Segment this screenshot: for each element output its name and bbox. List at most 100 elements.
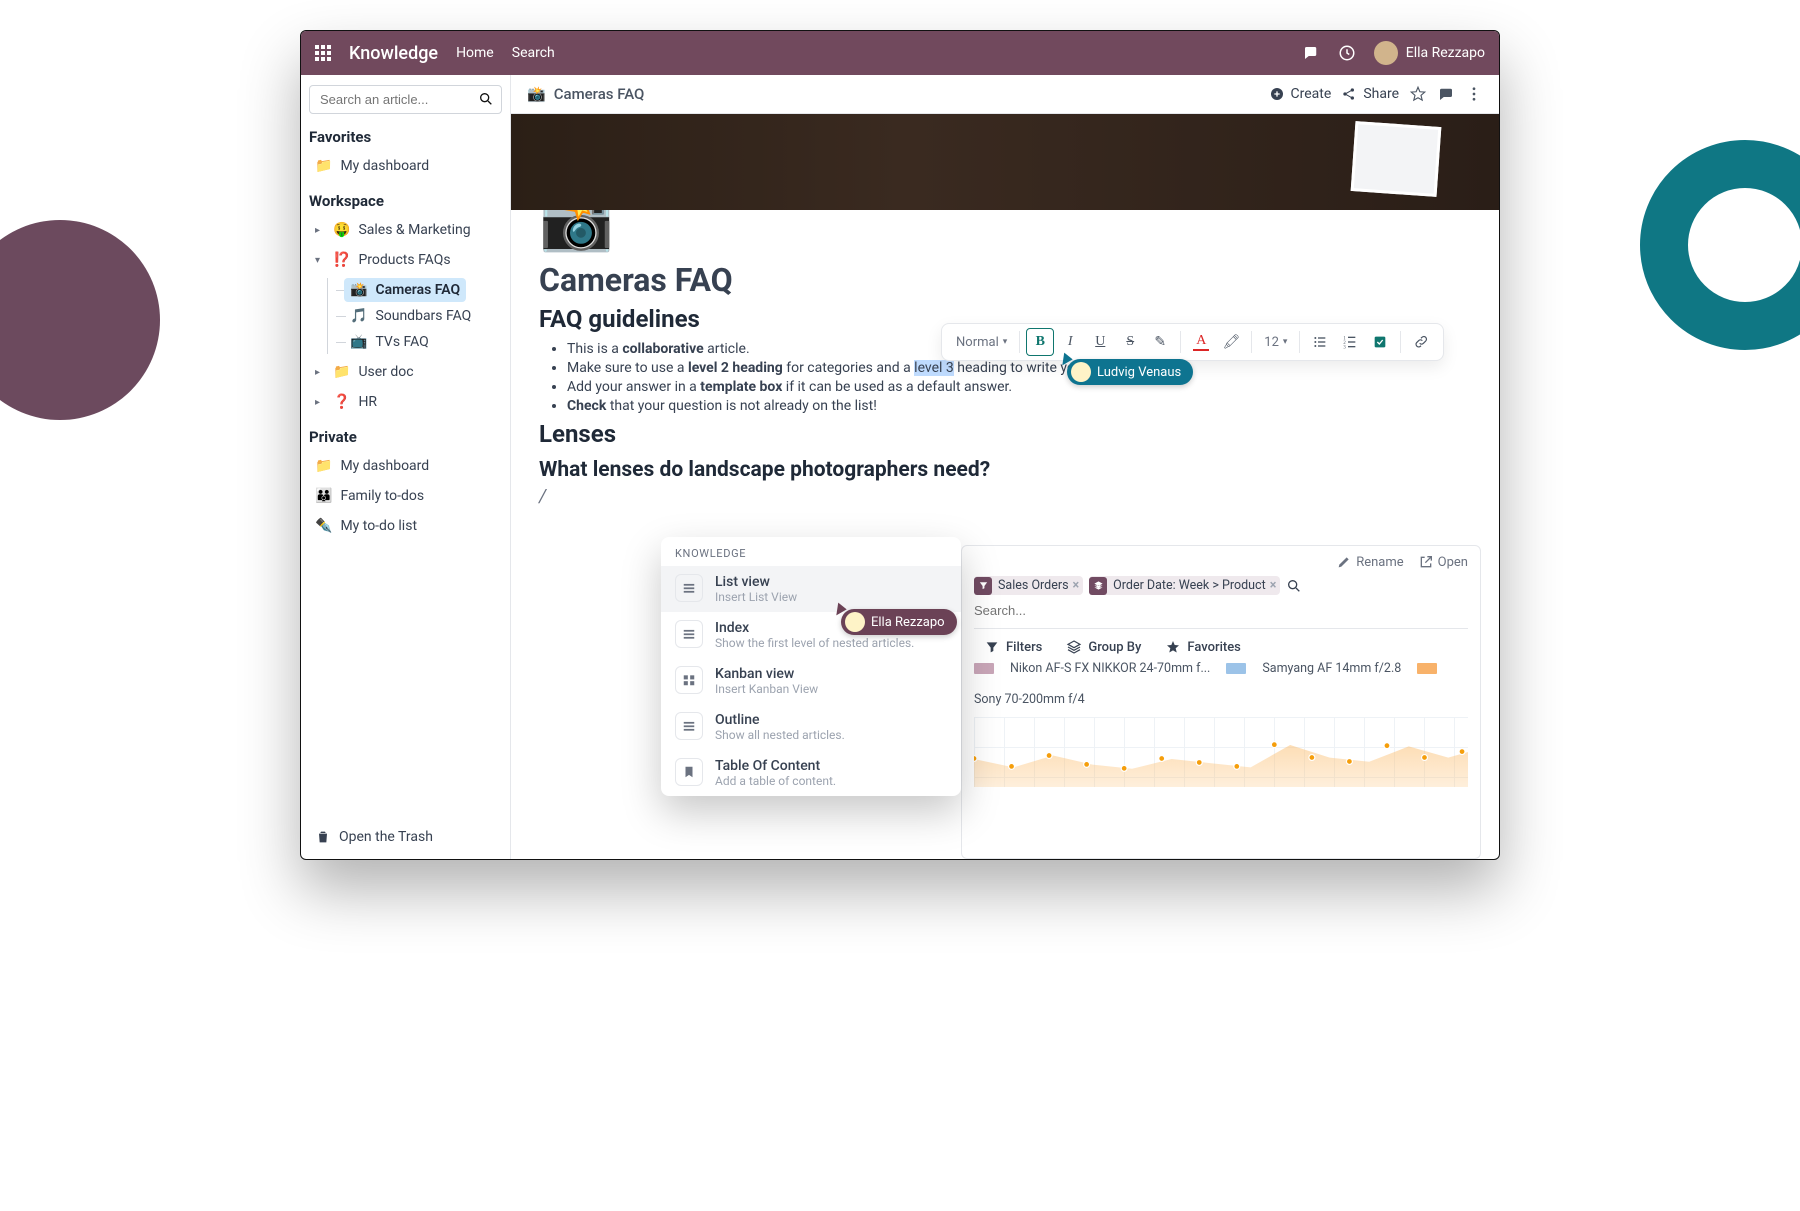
heading-lenses: Lenses [539,420,1471,448]
strikethrough-button[interactable]: S [1116,328,1144,356]
legend-swatch [1417,663,1437,674]
share-icon [1341,86,1357,102]
style-dropdown[interactable]: Normal▾ [950,335,1013,350]
clear-format-button[interactable]: ✎ [1146,328,1174,356]
kebab-icon[interactable] [1465,85,1483,103]
sidebar-item-user-doc[interactable]: ▸ 📁 User doc [309,360,502,384]
caret-icon: ▸ [315,367,325,378]
question-icon: ❓ [333,394,350,410]
slash-command-text[interactable]: / [539,486,1471,507]
trash-icon [315,829,331,845]
chip-remove-icon[interactable]: × [1270,578,1277,593]
avatar-icon [845,612,865,632]
create-button[interactable]: Create [1269,86,1332,102]
family-icon: 👪 [315,488,332,504]
sidebar-item-products-faqs[interactable]: ▾ ⁉️ Products FAQs [309,248,502,272]
caret-icon: ▸ [315,225,325,236]
user-menu[interactable]: Ella Rezzapo [1374,41,1485,65]
breadcrumb-bar: 📸 Cameras FAQ Create Share [511,75,1499,114]
camera-icon: 📸 [350,282,367,298]
bold-button[interactable]: B [1026,328,1054,356]
caret-icon: ▾ [315,255,325,266]
rename-button[interactable]: Rename [1336,554,1403,570]
kanban-icon [675,666,703,694]
app-brand: Knowledge [349,43,438,64]
sidebar-item-hr[interactable]: ▸ ❓ HR [309,390,502,414]
filter-chip-sales-orders[interactable]: Sales Orders × [974,576,1083,595]
open-button[interactable]: Open [1418,554,1468,570]
chip-remove-icon[interactable]: × [1073,578,1080,593]
sidebar-item-family-todos[interactable]: 👪 Family to-dos [309,484,502,508]
avatar-icon [1071,362,1091,382]
folder-icon: 📁 [315,458,332,474]
pencil-icon [1336,554,1352,570]
highlight-button[interactable]: 🖍 [1217,328,1245,356]
insert-toc[interactable]: Table Of ContentAdd a table of content. [661,750,961,796]
sidebar-item-cameras-faq[interactable]: 📸 Cameras FAQ [344,278,466,302]
group-chip-order-date[interactable]: Order Date: Week > Product × [1089,576,1280,595]
breadcrumb[interactable]: 📸 Cameras FAQ [527,85,644,103]
insert-menu-section: KNOWLEDGE [661,537,961,566]
tv-icon: 📺 [350,334,367,350]
star-icon[interactable] [1409,85,1427,103]
numbered-list-button[interactable]: 123 [1336,328,1364,356]
section-workspace: Workspace [309,192,502,210]
section-private: Private [309,428,502,446]
link-button[interactable] [1407,328,1435,356]
insert-kanban-view[interactable]: Kanban viewInsert Kanban View [661,658,961,704]
text-color-button[interactable]: A [1187,328,1215,356]
sidebar-item-priv-dashboard[interactable]: 📁 My dashboard [309,454,502,478]
sidebar-item-my-todo[interactable]: ✒️ My to-do list [309,514,502,538]
groupby-button[interactable]: Group By [1066,639,1141,655]
heading-question-lenses-landscape: What lenses do landscape photographers n… [539,458,1471,482]
insert-list-view[interactable]: List viewInsert List View [661,566,961,612]
cover-image [511,114,1499,210]
chat-icon[interactable] [1302,44,1320,62]
italic-button[interactable]: I [1056,328,1084,356]
funnel-icon [984,639,1000,655]
chat-icon[interactable] [1437,85,1455,103]
checklist-button[interactable] [1366,328,1394,356]
search-icon [478,91,494,107]
apps-icon[interactable] [315,45,331,61]
sidebar-item-tvs-faq[interactable]: 📺 TVs FAQ [344,330,435,354]
insert-outline[interactable]: OutlineShow all nested articles. [661,704,961,750]
svg-text:3: 3 [1344,346,1347,350]
embed-search-input[interactable] [974,601,1468,620]
page-icon[interactable]: 📸 [539,210,1471,255]
sidebar-item-soundbars-faq[interactable]: 🎵 Soundbars FAQ [344,304,477,328]
sidebar-item-fav-dashboard[interactable]: 📁 My dashboard [309,154,502,178]
embedded-view-panel: Rename Open Sales Orders × Order Date: W… [961,545,1481,859]
share-button[interactable]: Share [1341,86,1399,102]
filters-button[interactable]: Filters [984,639,1042,655]
external-link-icon [1418,554,1434,570]
document-body[interactable]: 📸 Cameras FAQ FAQ guidelines This is a c… [511,210,1499,517]
bullet-3: Add your answer in a template box if it … [567,379,1471,395]
avatar-icon [1374,41,1398,65]
funnel-icon [974,577,992,595]
clock-icon[interactable] [1338,44,1356,62]
exclaim-icon: ⁉️ [333,252,350,268]
chart-legend: Nikon AF-S FX NIKKOR 24-70mm f... Samyan… [974,661,1468,707]
nav-home[interactable]: Home [456,45,494,61]
nav-search[interactable]: Search [512,45,555,61]
folder-icon: 📁 [333,364,350,380]
open-trash[interactable]: Open the Trash [309,819,502,849]
search-icon[interactable] [1286,578,1302,594]
chart-area [974,717,1468,787]
list-icon [675,712,703,740]
caret-icon: ▸ [315,397,325,408]
favorites-button[interactable]: Favorites [1165,639,1240,655]
search-input[interactable] [309,85,502,114]
page-title: Cameras FAQ [539,261,1471,299]
bullet-list-button[interactable] [1306,328,1334,356]
bullet-4: Check that your question is not already … [567,398,1471,414]
text-format-toolbar: Normal▾ B I U S ✎ A 🖍 12▾ 123 [941,323,1444,361]
underline-button[interactable]: U [1086,328,1114,356]
sidebar-item-sales[interactable]: ▸ 🤑 Sales & Marketing [309,218,502,242]
insert-menu: KNOWLEDGE List viewInsert List View Inde… [661,537,961,796]
money-face-icon: 🤑 [333,222,350,238]
font-size-dropdown[interactable]: 12▾ [1258,335,1293,350]
layers-icon [1066,639,1082,655]
pen-icon: ✒️ [315,518,332,534]
